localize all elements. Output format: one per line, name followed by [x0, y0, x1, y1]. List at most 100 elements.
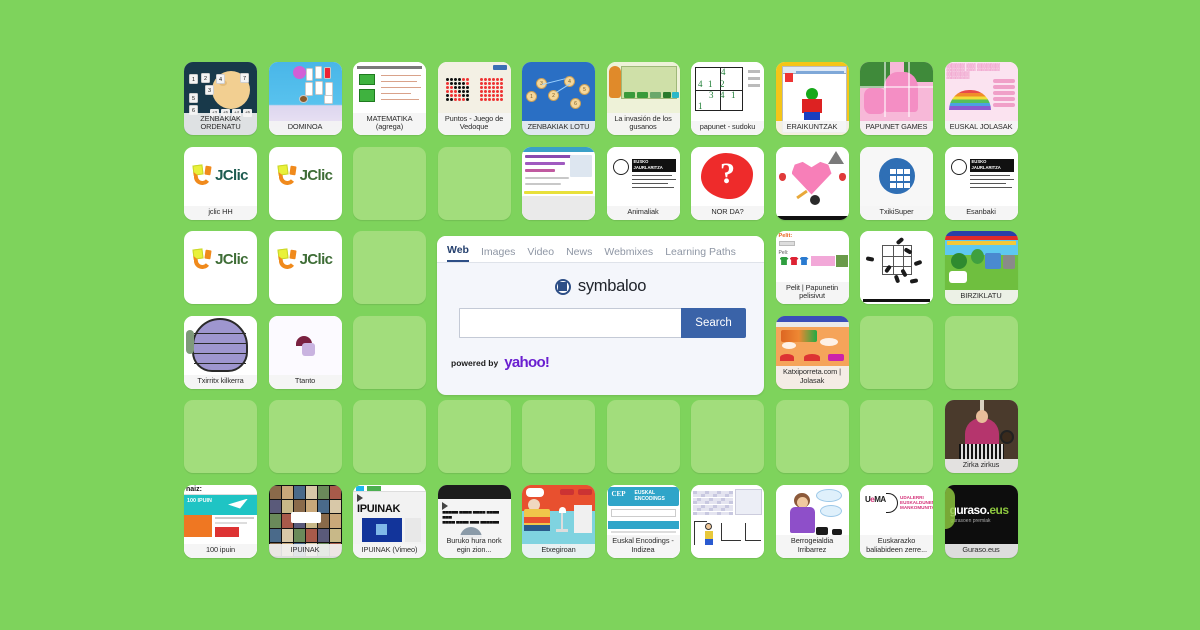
- tile-thumbnail: [522, 146, 595, 220]
- search-tab-video[interactable]: Video: [527, 246, 554, 262]
- webmix-tile[interactable]: Txirritx kilkerra: [184, 315, 257, 389]
- tile-label: Pelit | Papunetin pelisivut: [775, 281, 849, 304]
- webmix-tile[interactable]: IPUINAK: [268, 484, 342, 558]
- webmix-tile[interactable]: Puntos - Juego de Vedoque: [437, 62, 511, 135]
- webmix-tile[interactable]: Ttanto: [268, 315, 342, 389]
- tile-label: IPUINAK (Vimeo): [353, 543, 426, 558]
- tile-label: Txirritx kilkerra: [184, 374, 257, 389]
- symbaloo-webmix-board: 1 2 4 7 3 5 6 +3+5 +4+5 ZENBAKIAK ORDENA…: [0, 0, 1200, 630]
- tile-thumbnail: JClic: [269, 147, 342, 220]
- webmix-tile[interactable]: 3 4 5 2 1 6 ZENBAKIAK LOTU: [522, 62, 595, 135]
- tile-label: Guraso.eus: [944, 543, 1018, 558]
- tile-label: jclic HH: [184, 205, 257, 220]
- webmix-tile[interactable]: [775, 146, 849, 220]
- empty-tile[interactable]: [268, 400, 342, 473]
- webmix-tile[interactable]: [522, 146, 595, 220]
- empty-tile[interactable]: [353, 231, 426, 304]
- webmix-tile[interactable]: MATEMATIKA (agrega): [353, 62, 426, 135]
- tile-label: ZENBAKIAK LOTU: [522, 121, 595, 135]
- powered-by-label: powered by: [451, 357, 499, 368]
- webmix-tile[interactable]: DOMINOA: [268, 62, 342, 135]
- tile-label: La invasión de los gusanos: [606, 112, 680, 135]
- webmix-tile[interactable]: naiz: 100 IPUIN 100 ipuin: [184, 484, 257, 558]
- tile-label: DOMINOA: [268, 121, 342, 135]
- webmix-tile[interactable]: Katxiporreta.com | Jolasak: [775, 315, 849, 389]
- webmix-tile[interactable]: ▀▀▀▀▀ ▀▀▀▀ ▀▀▀▀ ▀▀▀▀ ▀▀▀ ▀▀▀▀ ▀▀▀▀ ▀▀▀ ▀▀…: [437, 484, 511, 558]
- tile-label: Esanbaki: [944, 205, 1018, 220]
- webmix-tile[interactable]: BIRZIKLATU: [944, 231, 1018, 304]
- webmix-tile[interactable]: JClic: [184, 231, 257, 304]
- search-tab-webmixes[interactable]: Webmixes: [604, 246, 653, 262]
- empty-tile[interactable]: [353, 315, 426, 389]
- search-tab-learning-paths[interactable]: Learning Paths: [665, 246, 736, 262]
- tile-label: papunet - sudoku: [691, 121, 764, 135]
- webmix-tile[interactable]: EUSKO JAURLARITZAGOBIERNO VASCO Animalia…: [606, 146, 680, 220]
- empty-tile[interactable]: [437, 146, 511, 220]
- webmix-tile[interactable]: [691, 484, 764, 558]
- symbaloo-logo-icon: [554, 278, 571, 295]
- webmix-tile[interactable]: guraso.eus gurasoen premiak Guraso.eus: [944, 484, 1018, 558]
- tile-label: Katxiporreta.com | Jolasak: [775, 366, 849, 389]
- empty-tile[interactable]: [606, 400, 680, 473]
- webmix-tile[interactable]: Berrogeialdia Irribarrez: [775, 484, 849, 558]
- webmix-tile[interactable]: [860, 231, 933, 304]
- webmix-tile[interactable]: EUSKO JAURLARITZAGOBIERNO VASCO Esanbaki: [944, 146, 1018, 220]
- webmix-tile[interactable]: 1 2 4 7 3 5 6 +3+5 +4+5 ZENBAKIAK ORDENA…: [184, 62, 257, 135]
- empty-tile[interactable]: [353, 400, 426, 473]
- empty-tile[interactable]: [353, 146, 426, 220]
- symbaloo-search-widget[interactable]: Web Images Video News Webmixes Learning Paths…: [437, 236, 764, 395]
- symbaloo-brand: symbaloo: [437, 277, 764, 296]
- webmix-tile[interactable]: Etxegiroan: [522, 484, 595, 558]
- search-tab-web[interactable]: Web: [447, 244, 469, 262]
- yahoo-logo: yahoo!: [504, 354, 550, 371]
- tile-label: 100 ipuin: [184, 543, 257, 558]
- tile-thumbnail: [775, 146, 849, 220]
- tile-thumbnail: JClic: [269, 231, 342, 304]
- tile-label: Zirka zirkus: [944, 459, 1018, 473]
- webmix-tile[interactable]: PAPUNET GAMES: [860, 62, 933, 135]
- search-button[interactable]: Search: [681, 308, 746, 338]
- search-tab-news[interactable]: News: [566, 246, 592, 262]
- empty-tile[interactable]: [775, 400, 849, 473]
- tile-thumbnail: JClic: [184, 231, 257, 304]
- webmix-tile[interactable]: ? NOR DA?: [691, 146, 764, 220]
- search-input[interactable]: [459, 308, 681, 338]
- empty-tile[interactable]: [691, 400, 764, 473]
- webmix-tile[interactable]: ERAIKUNTZAK: [775, 62, 849, 135]
- tile-label: EUSKAL JOLASAK: [944, 121, 1018, 135]
- search-form[interactable]: Search: [459, 308, 746, 338]
- webmix-tile[interactable]: JClic: [268, 146, 342, 220]
- tile-label: Puntos - Juego de Vedoque: [437, 112, 511, 135]
- webmix-tile[interactable]: ▒▒▒▒ ▒▒ ▒▒▒▒▒ ▒▒▒▒▒ EUSKAL JOLASAK: [944, 62, 1018, 135]
- tile-label: BIRZIKLATU: [944, 290, 1018, 304]
- webmix-tile[interactable]: JClic jclic HH: [184, 146, 257, 220]
- webmix-tile[interactable]: UeMA UDALERRIEUSKALDUNENMANKOMUNITATEAEu…: [860, 484, 933, 558]
- webmix-tile[interactable]: JClic: [268, 231, 342, 304]
- webmix-tile[interactable]: IPUINAK IPUINAK (Vimeo): [353, 484, 426, 558]
- webmix-tile[interactable]: 4 4 1 2 3 4 1 1 papunet - sudoku: [691, 62, 764, 135]
- powered-by: powered by yahoo!: [451, 354, 764, 371]
- webmix-tile[interactable]: TxikiSuper: [860, 146, 933, 220]
- empty-tile[interactable]: [860, 315, 933, 389]
- webmix-tile[interactable]: CEP EUSKAL ENCODINGS Euskal Encodings - I…: [606, 484, 680, 558]
- tile-label: IPUINAK: [268, 543, 342, 558]
- empty-tile[interactable]: [437, 400, 511, 473]
- empty-tile[interactable]: [860, 400, 933, 473]
- search-tab-images[interactable]: Images: [481, 246, 515, 262]
- empty-tile[interactable]: [522, 400, 595, 473]
- tile-label: Euskarazko baliabideen zerre...: [860, 535, 933, 558]
- tile-label: Berrogeialdia Irribarrez: [775, 535, 849, 558]
- empty-tile[interactable]: [944, 315, 1018, 389]
- symbaloo-brand-label: symbaloo: [577, 277, 647, 295]
- tile-label: Ttanto: [268, 374, 342, 389]
- empty-tile[interactable]: [184, 400, 257, 473]
- tile-label: ERAIKUNTZAK: [775, 121, 849, 135]
- tile-label: NOR DA?: [691, 205, 764, 220]
- webmix-tile[interactable]: La invasión de los gusanos: [606, 62, 680, 135]
- tile-label: PAPUNET GAMES: [860, 121, 933, 135]
- webmix-tile[interactable]: Pelit: Peli: Pelit | Papunetin pelisivut: [775, 231, 849, 304]
- tile-label: Animaliak: [606, 205, 680, 220]
- tile-label: ZENBAKIAK ORDENATU: [184, 112, 257, 135]
- tile-thumbnail: [860, 231, 933, 304]
- webmix-tile[interactable]: Zirka zirkus: [944, 400, 1018, 473]
